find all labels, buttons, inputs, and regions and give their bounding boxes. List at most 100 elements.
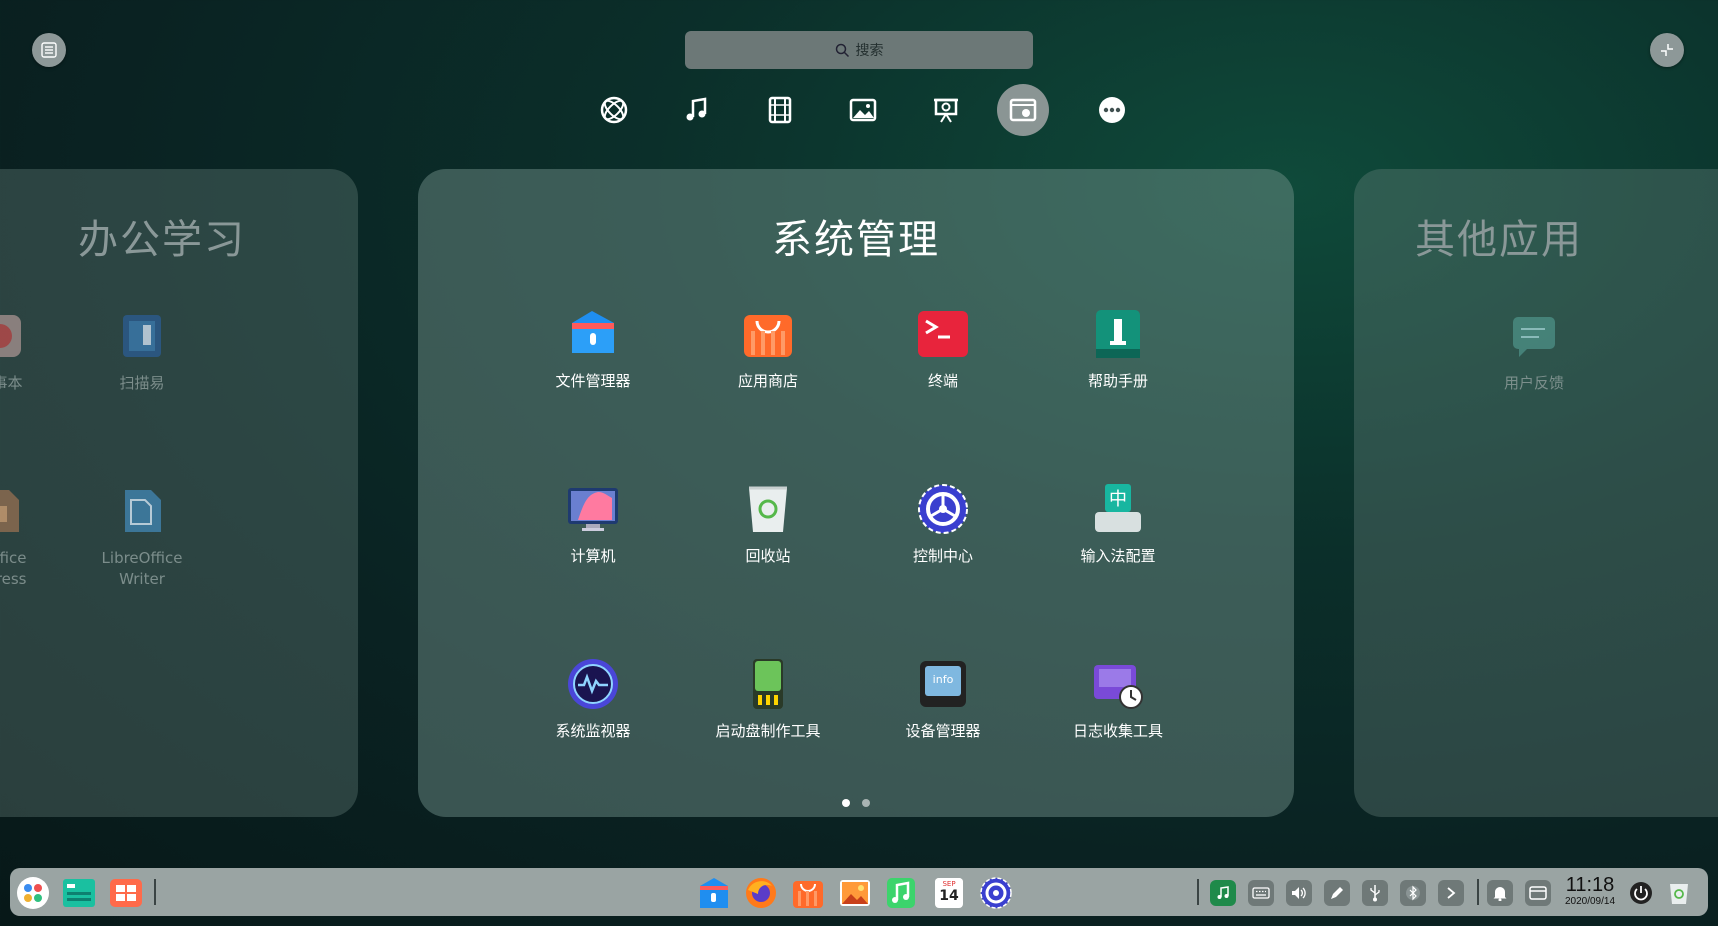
- internet-icon: [600, 96, 628, 124]
- tray-music[interactable]: [1210, 880, 1236, 906]
- app-user-feedback[interactable]: 用户反馈: [1459, 309, 1609, 394]
- app-label: 终端: [927, 372, 958, 390]
- category-panel-system: 系统管理 文件管理器 应用商店 终端 帮助手册 计算机 回收站 控制中心 中 输…: [418, 169, 1294, 817]
- category-panel-others[interactable]: 其他应用 用户反馈: [1354, 169, 1718, 817]
- image-icon: [849, 98, 877, 122]
- category-internet[interactable]: [588, 84, 640, 136]
- category-video[interactable]: [754, 84, 806, 136]
- app-scanner[interactable]: 扫描易: [67, 309, 217, 394]
- pagination: [418, 799, 1294, 807]
- launcher-button[interactable]: [16, 876, 50, 910]
- search-input[interactable]: 搜索: [685, 31, 1033, 69]
- dock-music[interactable]: [885, 876, 919, 910]
- category-system[interactable]: [997, 84, 1049, 136]
- trash-icon: [1670, 884, 1688, 904]
- system-icon: [1009, 98, 1037, 122]
- bluetooth-icon: [1406, 885, 1420, 901]
- category-panel-office[interactable]: 办公学习 记事本 扫描易 eOffice press LibreOffice W…: [0, 169, 358, 817]
- computer-icon: [566, 482, 620, 536]
- category-bar: [588, 84, 1138, 136]
- tray-expand[interactable]: [1438, 880, 1464, 906]
- page-dot-1[interactable]: [842, 799, 850, 807]
- tray-power[interactable]: [1628, 880, 1654, 906]
- multitask-view-button[interactable]: [62, 876, 96, 910]
- multitask-icon: [63, 879, 95, 907]
- tray-trash[interactable]: [1666, 880, 1692, 906]
- clock-date: 2020/09/14: [1564, 896, 1616, 907]
- app-label: 输入法配置: [1080, 547, 1156, 565]
- app-label: 控制中心: [912, 547, 973, 565]
- log-collector-icon: [1091, 657, 1145, 711]
- keyboard-icon: [1252, 887, 1270, 899]
- dock-image-viewer[interactable]: [838, 876, 872, 910]
- music-tray-icon: [1217, 886, 1229, 899]
- dock: SEP 14 11:18 2020/09/14: [10, 868, 1708, 916]
- more-icon: [1099, 97, 1125, 123]
- app-label: LibreOffice Writer: [101, 549, 183, 588]
- app-libreoffice-impress[interactable]: eOffice press: [0, 484, 75, 590]
- file-manager-icon: [566, 307, 620, 361]
- view-mode-button[interactable]: [32, 33, 66, 67]
- list-icon: [41, 42, 57, 58]
- tray-bluetooth[interactable]: [1400, 880, 1426, 906]
- presentation-icon: [934, 98, 958, 123]
- dock-control-center[interactable]: [979, 876, 1013, 910]
- shrink-icon: [1661, 44, 1673, 56]
- page-dot-2[interactable]: [862, 799, 870, 807]
- app-boot-maker[interactable]: 启动盘制作工具: [693, 657, 843, 742]
- app-store[interactable]: 应用商店: [693, 307, 843, 392]
- app-terminal[interactable]: 终端: [868, 307, 1018, 392]
- app-help-manual[interactable]: 帮助手册: [1043, 307, 1193, 392]
- volume-icon: [1292, 887, 1306, 899]
- notepad-icon: [0, 309, 27, 363]
- category-music[interactable]: [671, 84, 723, 136]
- launcher-icon: [17, 877, 49, 909]
- app-notepad[interactable]: 记事本: [0, 309, 75, 394]
- app-input-method[interactable]: 中 输入法配置: [1043, 482, 1193, 567]
- app-computer[interactable]: 计算机: [518, 482, 668, 567]
- tray-pen[interactable]: [1324, 880, 1350, 906]
- chevron-right-icon: [1447, 887, 1456, 899]
- control-center-icon: [980, 877, 1012, 909]
- category-image[interactable]: [837, 84, 889, 136]
- search-icon: [835, 43, 849, 57]
- music-icon: [887, 878, 915, 908]
- tray-usb[interactable]: [1362, 880, 1388, 906]
- dock-calendar[interactable]: SEP 14: [932, 876, 966, 910]
- workspace-button[interactable]: [109, 876, 143, 910]
- system-monitor-icon: [566, 657, 620, 711]
- calendar-day: 14: [939, 888, 959, 904]
- tray-keyboard[interactable]: [1248, 880, 1274, 906]
- tray-volume[interactable]: [1286, 880, 1312, 906]
- app-trash[interactable]: 回收站: [693, 482, 843, 567]
- clock[interactable]: 11:18 2020/09/14: [1560, 874, 1620, 908]
- dock-app-store[interactable]: [791, 876, 825, 910]
- tray-screen[interactable]: [1525, 880, 1551, 906]
- dock-file-manager[interactable]: [697, 876, 731, 910]
- screen-icon: [1529, 886, 1547, 900]
- file-manager-icon: [700, 878, 728, 908]
- app-label: 用户反馈: [1503, 374, 1564, 392]
- exit-fullscreen-button[interactable]: [1650, 33, 1684, 67]
- user-feedback-icon: [1507, 309, 1561, 363]
- panel-title: 办公学习: [78, 217, 246, 263]
- dock-separator: [154, 879, 156, 905]
- help-manual-icon: [1091, 307, 1145, 361]
- input-method-icon: 中: [1091, 482, 1145, 536]
- app-system-monitor[interactable]: 系统监视器: [518, 657, 668, 742]
- app-control-center[interactable]: 控制中心: [868, 482, 1018, 567]
- dock-firefox[interactable]: [744, 876, 778, 910]
- app-device-manager[interactable]: info 设备管理器: [868, 657, 1018, 742]
- app-store-icon: [793, 881, 823, 908]
- app-file-manager[interactable]: 文件管理器: [518, 307, 668, 392]
- app-log-collector[interactable]: 日志收集工具: [1043, 657, 1193, 742]
- dock-separator: [1477, 879, 1479, 905]
- app-label: 设备管理器: [905, 722, 981, 740]
- power-icon: [1630, 882, 1652, 904]
- app-libreoffice-writer[interactable]: LibreOffice Writer: [67, 484, 217, 590]
- tray-notifications[interactable]: [1487, 880, 1513, 906]
- trash-icon: [741, 482, 795, 536]
- category-more[interactable]: [1086, 84, 1138, 136]
- app-label: 计算机: [570, 547, 616, 565]
- category-office[interactable]: [920, 84, 972, 136]
